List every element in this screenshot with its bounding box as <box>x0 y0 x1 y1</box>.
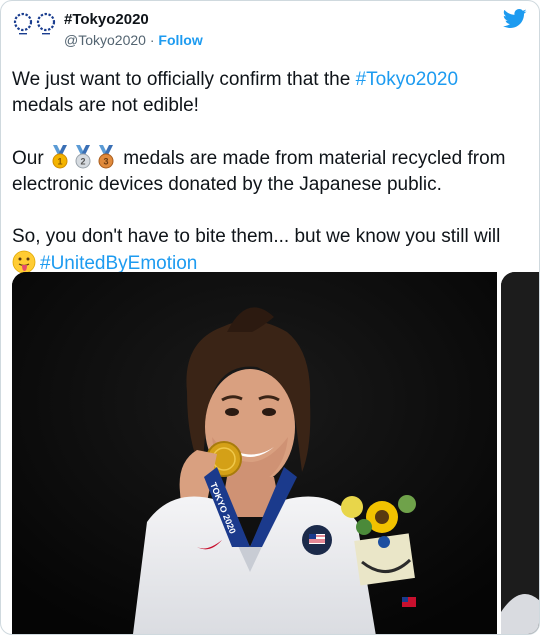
svg-text:1: 1 <box>57 157 62 167</box>
tweet-photo[interactable]: TOKYO 2020 <box>12 272 497 634</box>
face-with-tongue-icon <box>12 250 36 274</box>
bronze-medal-icon: 3 <box>98 145 114 169</box>
svg-text:2: 2 <box>80 157 85 167</box>
tweet-paragraph-3: So, you don't have to bite them... but w… <box>12 224 524 277</box>
second-photo-preview <box>501 272 539 634</box>
hashtag-link-unitedbyemotion[interactable]: #UnitedByEmotion <box>40 253 197 274</box>
hashtag-link-tokyo2020[interactable]: #Tokyo2020 <box>356 69 458 90</box>
tweet-card: #Tokyo2020 @Tokyo2020 · Follow We just w… <box>0 0 540 635</box>
tweet-header: #Tokyo2020 @Tokyo2020 · Follow <box>11 9 531 53</box>
tweet-paragraph-2: Our 1 2 3 medals are made from material … <box>12 145 524 198</box>
separator-dot: · <box>149 32 155 48</box>
tweet-text: We just want to officially confirm that … <box>12 67 524 277</box>
athlete-photo: TOKYO 2020 <box>12 272 497 634</box>
account-avatar[interactable] <box>11 9 59 53</box>
tweet-paragraph-1: We just want to officially confirm that … <box>12 67 524 119</box>
twitter-bird-icon[interactable] <box>503 9 527 29</box>
svg-text:3: 3 <box>103 157 108 167</box>
text-span: Our <box>12 148 49 169</box>
display-name[interactable]: #Tokyo2020 <box>64 10 203 30</box>
tweet-photo-2[interactable] <box>501 272 539 634</box>
tokyo-2020-emblem-icon <box>13 12 56 35</box>
handle-row: @Tokyo2020 · Follow <box>64 30 203 50</box>
text-span: So, you don't have to bite them... but w… <box>12 226 501 247</box>
account-handle[interactable]: @Tokyo2020 <box>64 32 146 48</box>
gold-medal-icon: 1 <box>52 145 68 169</box>
text-span: We just want to officially confirm that … <box>12 69 356 90</box>
text-span: medals are not edible! <box>12 95 199 116</box>
account-info: #Tokyo2020 @Tokyo2020 · Follow <box>64 10 203 50</box>
silver-medal-icon: 2 <box>75 145 91 169</box>
follow-button[interactable]: Follow <box>158 32 202 48</box>
